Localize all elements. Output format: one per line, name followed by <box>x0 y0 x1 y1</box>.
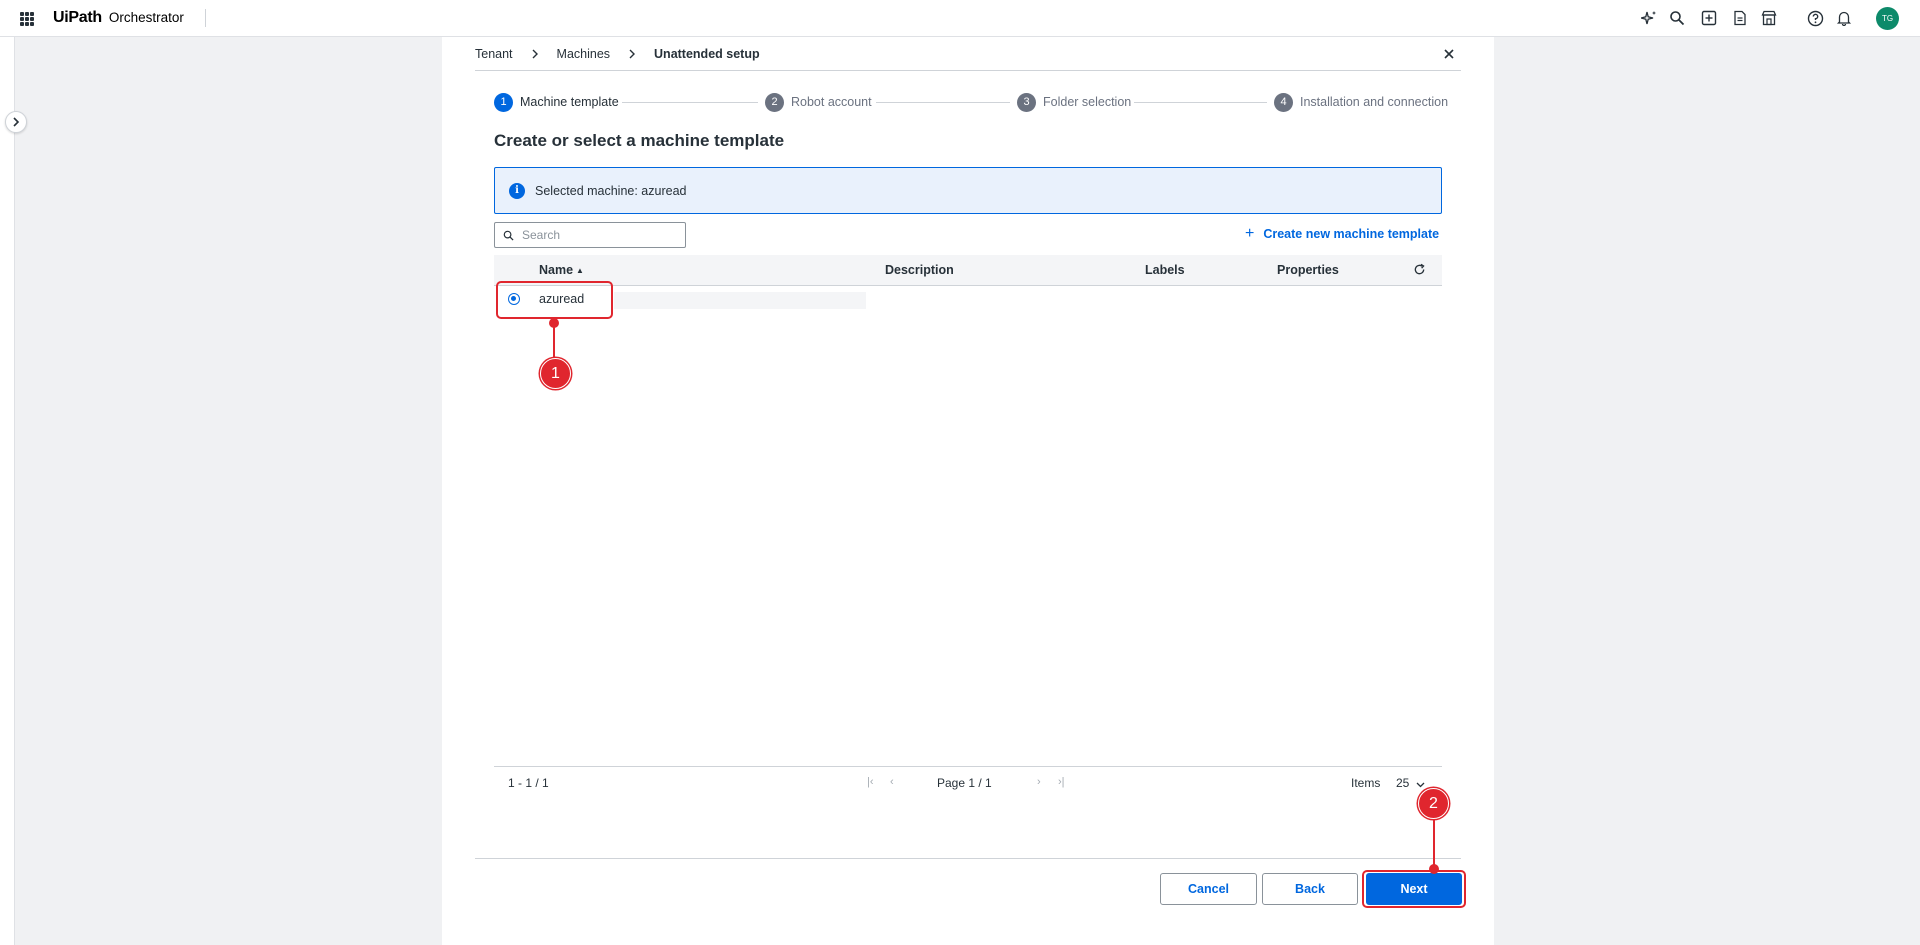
bell-icon[interactable] <box>1835 9 1853 27</box>
avatar[interactable]: TG <box>1876 7 1899 30</box>
left-nav-collapsed <box>0 37 15 945</box>
breadcrumb: Tenant Machines Unattended setup <box>475 47 760 61</box>
create-link-label: Create new machine template <box>1263 227 1440 241</box>
step-number: 1 <box>494 92 513 112</box>
apps-grid-icon[interactable] <box>20 12 34 26</box>
chevron-right-icon <box>531 49 539 59</box>
pagination-divider <box>494 766 1442 767</box>
table-header: Name ▲ Description Labels Properties <box>494 255 1442 286</box>
last-page-icon[interactable]: ›| <box>1058 776 1065 788</box>
plus-icon: + <box>1245 225 1255 242</box>
column-name[interactable]: Name ▲ <box>539 263 584 277</box>
page-title: Create or select a machine template <box>494 131 785 150</box>
brand-divider <box>205 9 206 27</box>
create-machine-template-link[interactable]: + Create new machine template <box>1245 225 1440 242</box>
info-icon: i <box>509 182 525 199</box>
chevron-right-icon <box>13 117 20 127</box>
step-label: Folder selection <box>1043 95 1132 109</box>
search-input[interactable] <box>522 228 672 242</box>
annotation-marker-1: 1 <box>540 358 571 389</box>
column-description[interactable]: Description <box>885 263 954 277</box>
chevron-right-icon <box>628 49 636 59</box>
step-machine-template[interactable]: 1 Machine template <box>494 92 619 112</box>
back-button[interactable]: Back <box>1262 873 1358 905</box>
help-icon[interactable] <box>1806 9 1824 27</box>
step-robot-account[interactable]: 2 Robot account <box>765 92 872 112</box>
store-icon[interactable] <box>1760 9 1778 27</box>
step-number: 3 <box>1017 92 1036 112</box>
annotation-marker-2: 2 <box>1418 788 1449 819</box>
divider <box>475 70 1461 71</box>
items-label: Items <box>1351 776 1381 790</box>
breadcrumb-tenant[interactable]: Tenant <box>475 47 513 61</box>
search-icon[interactable] <box>1668 9 1686 27</box>
annotation-connector <box>1433 819 1435 866</box>
breadcrumb-unattended-setup: Unattended setup <box>654 47 760 61</box>
breadcrumb-machines[interactable]: Machines <box>557 47 611 61</box>
selected-machine-text: Selected machine: azuread <box>535 183 687 198</box>
footer-divider <box>475 858 1461 859</box>
search-field[interactable] <box>494 222 686 248</box>
add-box-icon[interactable] <box>1700 9 1718 27</box>
top-bar: UiPath Orchestrator TG <box>0 0 1920 37</box>
step-connector <box>622 102 758 103</box>
search-icon <box>503 230 514 241</box>
cancel-button[interactable]: Cancel <box>1160 873 1257 905</box>
annotation-highlight-next <box>1362 870 1466 908</box>
row-highlight <box>614 292 866 309</box>
annotation-connector <box>553 323 555 357</box>
document-icon[interactable] <box>1731 9 1749 27</box>
step-label: Machine template <box>520 95 619 109</box>
chevron-down-icon <box>1416 777 1425 791</box>
info-banner: i Selected machine: azuread <box>494 167 1442 214</box>
step-number: 4 <box>1274 92 1293 112</box>
app-name: Orchestrator <box>108 10 184 25</box>
step-label: Robot account <box>791 95 872 109</box>
step-label: Installation and connection <box>1300 95 1449 109</box>
page-indicator: Page 1 / 1 <box>937 776 992 790</box>
step-connector <box>1134 102 1267 103</box>
column-labels[interactable]: Labels <box>1145 263 1185 277</box>
sort-ascending-icon: ▲ <box>576 266 584 276</box>
step-folder-selection[interactable]: 3 Folder selection <box>1017 92 1131 112</box>
stepper: 1 Machine template 2 Robot account 3 Fol… <box>494 92 1448 112</box>
close-button[interactable] <box>1441 46 1457 62</box>
pagination-range: 1 - 1 / 1 <box>508 776 549 790</box>
step-number: 2 <box>765 92 784 112</box>
setup-panel: Tenant Machines Unattended setup 1 Machi… <box>442 37 1494 945</box>
step-connector <box>876 102 1010 103</box>
next-page-icon[interactable]: › <box>1037 776 1041 788</box>
expand-sidebar-button[interactable] <box>5 111 27 133</box>
items-per-page-select[interactable]: 25 <box>1396 776 1425 791</box>
uipath-logo: UiPath <box>53 9 102 26</box>
sparkle-icon[interactable] <box>1640 9 1658 27</box>
first-page-icon[interactable]: |‹ <box>867 776 874 788</box>
column-properties[interactable]: Properties <box>1277 263 1339 277</box>
refresh-icon[interactable] <box>1413 263 1427 277</box>
close-icon <box>1444 49 1454 59</box>
annotation-highlight-row <box>496 281 613 319</box>
brand[interactable]: UiPath Orchestrator <box>53 9 184 27</box>
step-installation-connection[interactable]: 4 Installation and connection <box>1274 92 1448 112</box>
table-row[interactable]: azuread <box>494 286 1442 311</box>
prev-page-icon[interactable]: ‹ <box>890 776 894 788</box>
